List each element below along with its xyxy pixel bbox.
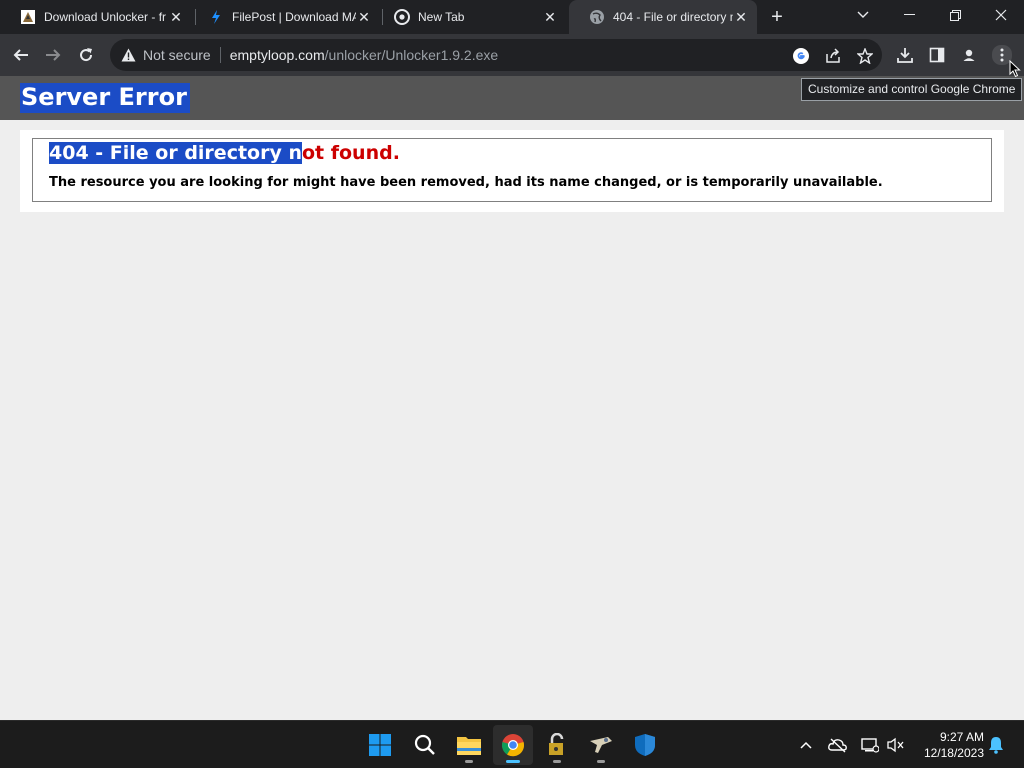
tab-strip: Download Unlocker - fr ✕ FilePost | Down… [0,0,1024,34]
back-button[interactable] [8,42,34,68]
address-bar[interactable]: Not secure emptyloop.com/unlocker/Unlock… [110,39,882,71]
unlocker-favicon-icon [20,9,36,25]
error-box: 404 - File or directory not found. The r… [32,138,992,202]
close-window-button[interactable] [978,0,1024,30]
forward-button[interactable] [40,42,66,68]
running-indicator [465,760,473,763]
new-tab-button[interactable]: + [766,6,788,28]
error-title: 404 - File or directory not found. [49,141,400,165]
unlocker-icon[interactable] [537,725,577,765]
chrome-favicon-icon [394,9,410,25]
warning-triangle-icon[interactable] [120,47,136,63]
volume-muted-icon[interactable] [886,735,906,755]
url-path: /unlocker/Unlocker1.9.2.exe [324,47,499,63]
close-tab-icon[interactable]: ✕ [542,9,558,25]
tab-title: Download Unlocker - fr [44,10,167,24]
windows-taskbar: 9:27 AM 12/18/2023 [0,720,1024,768]
globe-favicon-icon [589,9,605,25]
url-host: emptyloop.com [229,47,325,63]
taskbar-clock[interactable]: 9:27 AM 12/18/2023 [914,729,984,761]
restore-button[interactable] [932,0,978,30]
running-indicator [553,760,561,763]
active-indicator [506,760,520,763]
tab-title: 404 - File or directory n [613,10,733,24]
start-icon[interactable] [360,725,400,765]
downloads-icon[interactable] [896,46,914,64]
content-panel: 404 - File or directory not found. The r… [20,130,1004,212]
error-title-rest: ot found. [301,142,400,164]
profile-avatar-icon[interactable] [960,46,978,64]
error-message: The resource you are looking for might h… [49,175,883,190]
share-icon[interactable] [824,47,842,65]
tab-title: New Tab [418,10,465,24]
filepost-bolt-favicon-icon [208,9,224,25]
error-title-selected: 404 - File or directory n [49,142,302,164]
clock-time: 9:27 AM [939,730,984,744]
show-hidden-icons-chevron-icon[interactable] [796,735,816,755]
reload-button[interactable] [73,42,99,68]
notification-bell-icon[interactable] [986,735,1006,755]
tab-404-active[interactable]: 404 - File or directory n ✕ [569,0,757,34]
minimize-button[interactable] [886,0,932,30]
clock-date: 12/18/2023 [923,746,984,760]
search-icon[interactable] [405,725,445,765]
onedrive-offline-icon[interactable] [828,735,848,755]
tab-download-unlocker[interactable]: Download Unlocker - fr ✕ [0,0,192,34]
tab-title: FilePost | Download MA [232,10,356,24]
google-lens-icon[interactable] [792,47,810,65]
tab-new-tab[interactable]: New Tab ✕ [374,0,566,34]
close-tab-icon[interactable]: ✕ [168,9,184,25]
security-label[interactable]: Not secure [143,47,211,63]
app-icon[interactable] [581,725,621,765]
mouse-cursor-icon [1009,59,1021,83]
close-tab-icon[interactable]: ✕ [733,9,749,25]
page-title: Server Error [20,83,190,113]
file-explorer-icon[interactable] [449,725,489,765]
bookmark-star-icon[interactable] [856,47,874,65]
page-viewport: Server Error 404 - File or directory not… [0,76,1024,720]
browser-window: Download Unlocker - fr ✕ FilePost | Down… [0,0,1024,720]
side-panel-icon[interactable] [928,46,946,64]
defender-icon[interactable] [625,725,665,765]
chrome-icon[interactable] [493,725,533,765]
network-icon[interactable] [860,735,880,755]
address-separator [219,47,221,63]
browser-toolbar: Not secure emptyloop.com/unlocker/Unlock… [0,34,1024,76]
tab-filepost[interactable]: FilePost | Download MA ✕ [188,0,380,34]
running-indicator [597,760,605,763]
menu-tooltip: Customize and control Google Chrome [801,78,1023,101]
tab-search-chevron-icon[interactable] [840,0,886,30]
close-tab-icon[interactable]: ✕ [356,9,372,25]
